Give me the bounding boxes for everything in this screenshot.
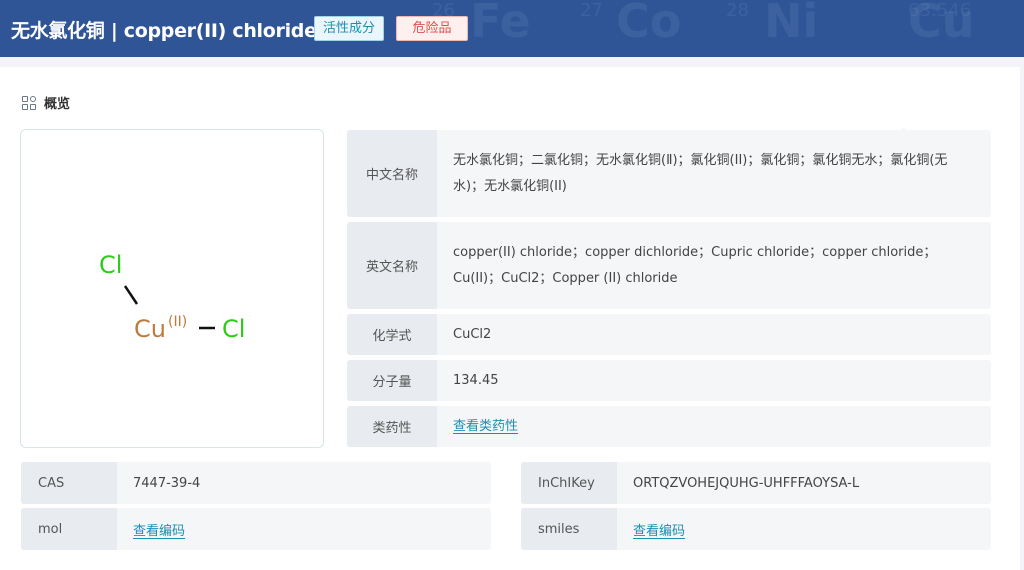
section-header: 概览 (22, 93, 70, 112)
bond-line (123, 285, 139, 305)
identifier-label: mol (21, 508, 117, 550)
property-row-molecular-weight: 分子量 134.45 (347, 360, 991, 401)
identifier-value: 查看编码 (617, 508, 991, 550)
bg-element-symbol: Co (616, 0, 682, 48)
property-label: 化学式 (347, 314, 437, 355)
property-value: 查看类药性 (437, 406, 991, 447)
bg-atomic-number: 27 (580, 0, 603, 21)
property-value: 无水氯化铜；二氯化铜；无水氯化铜(Ⅱ)；氯化铜(II)；氯化铜；氯化铜无水；氯化… (453, 152, 948, 194)
hazardous-badge[interactable]: 危险品 (396, 16, 468, 41)
page-title: 无水氯化铜 | copper(II) chloride (11, 20, 317, 42)
property-value: 134.45 (453, 372, 499, 388)
identifier-label: InChIKey (521, 462, 617, 504)
property-row-druglikeness: 类药性 查看类药性 (347, 406, 991, 447)
identifier-row-mol: mol 查看编码 (21, 508, 491, 550)
view-smiles-link[interactable]: 查看编码 (633, 520, 685, 539)
structure-image[interactable]: Cl Cu (II) Cl (20, 129, 324, 448)
property-row-en-name: 英文名称 copper(II) chloride；copper dichlori… (347, 222, 991, 309)
identifier-row-smiles: smiles 查看编码 (521, 508, 991, 550)
overview-card: Cu 概览 Cl Cu (II) Cl 中文名称 无水氯化铜；二氯化铜；无水氯化… (0, 67, 1020, 570)
bg-element-symbol: Ni (764, 0, 819, 48)
section-title: 概览 (44, 97, 71, 112)
view-mol-link[interactable]: 查看编码 (133, 520, 185, 539)
identifier-value: 7447-39-4 (133, 475, 201, 491)
property-row-cn-name: 中文名称 无水氯化铜；二氯化铜；无水氯化铜(Ⅱ)；氯化铜(II)；氯化铜；氯化铜… (347, 130, 991, 217)
property-value: CuCl2 (453, 326, 492, 342)
property-label: 中文名称 (347, 130, 437, 217)
property-label: 类药性 (347, 406, 437, 447)
identifier-row-inchikey: InChIKey ORTQZVOHEJQUHG-UHFFFAOYSA-L (521, 462, 991, 504)
identifier-value: 查看编码 (117, 508, 491, 550)
property-value: copper(II) chloride；copper dichloride；Cu… (453, 244, 937, 286)
molecule-structure: Cl Cu (II) Cl (99, 251, 245, 343)
identifier-value: ORTQZVOHEJQUHG-UHFFFAOYSA-L (633, 475, 860, 491)
atom-chlorine: Cl (222, 315, 245, 343)
grid-icon (22, 95, 36, 110)
atom-chlorine: Cl (99, 251, 122, 279)
bg-atomic-number: 28 (726, 0, 749, 21)
oxidation-state: (II) (168, 314, 187, 330)
bg-element-symbol: Cu (908, 0, 975, 48)
view-druglikeness-link[interactable]: 查看类药性 (453, 414, 518, 440)
identifier-label: smiles (521, 508, 617, 550)
property-label: 英文名称 (347, 222, 437, 309)
property-label: 分子量 (347, 360, 437, 401)
bg-element-symbol: Fe (470, 0, 531, 48)
identifier-label: CAS (21, 462, 117, 504)
active-ingredient-badge[interactable]: 活性成分 (314, 16, 385, 41)
property-row-formula: 化学式 CuCl2 (347, 314, 991, 355)
page-header: 26 Fe 27 Co 28 Ni 63.546 Cu 无水氯化铜 | copp… (0, 0, 1024, 57)
atom-copper: Cu (134, 315, 166, 343)
identifier-row-cas: CAS 7447-39-4 (21, 462, 491, 504)
